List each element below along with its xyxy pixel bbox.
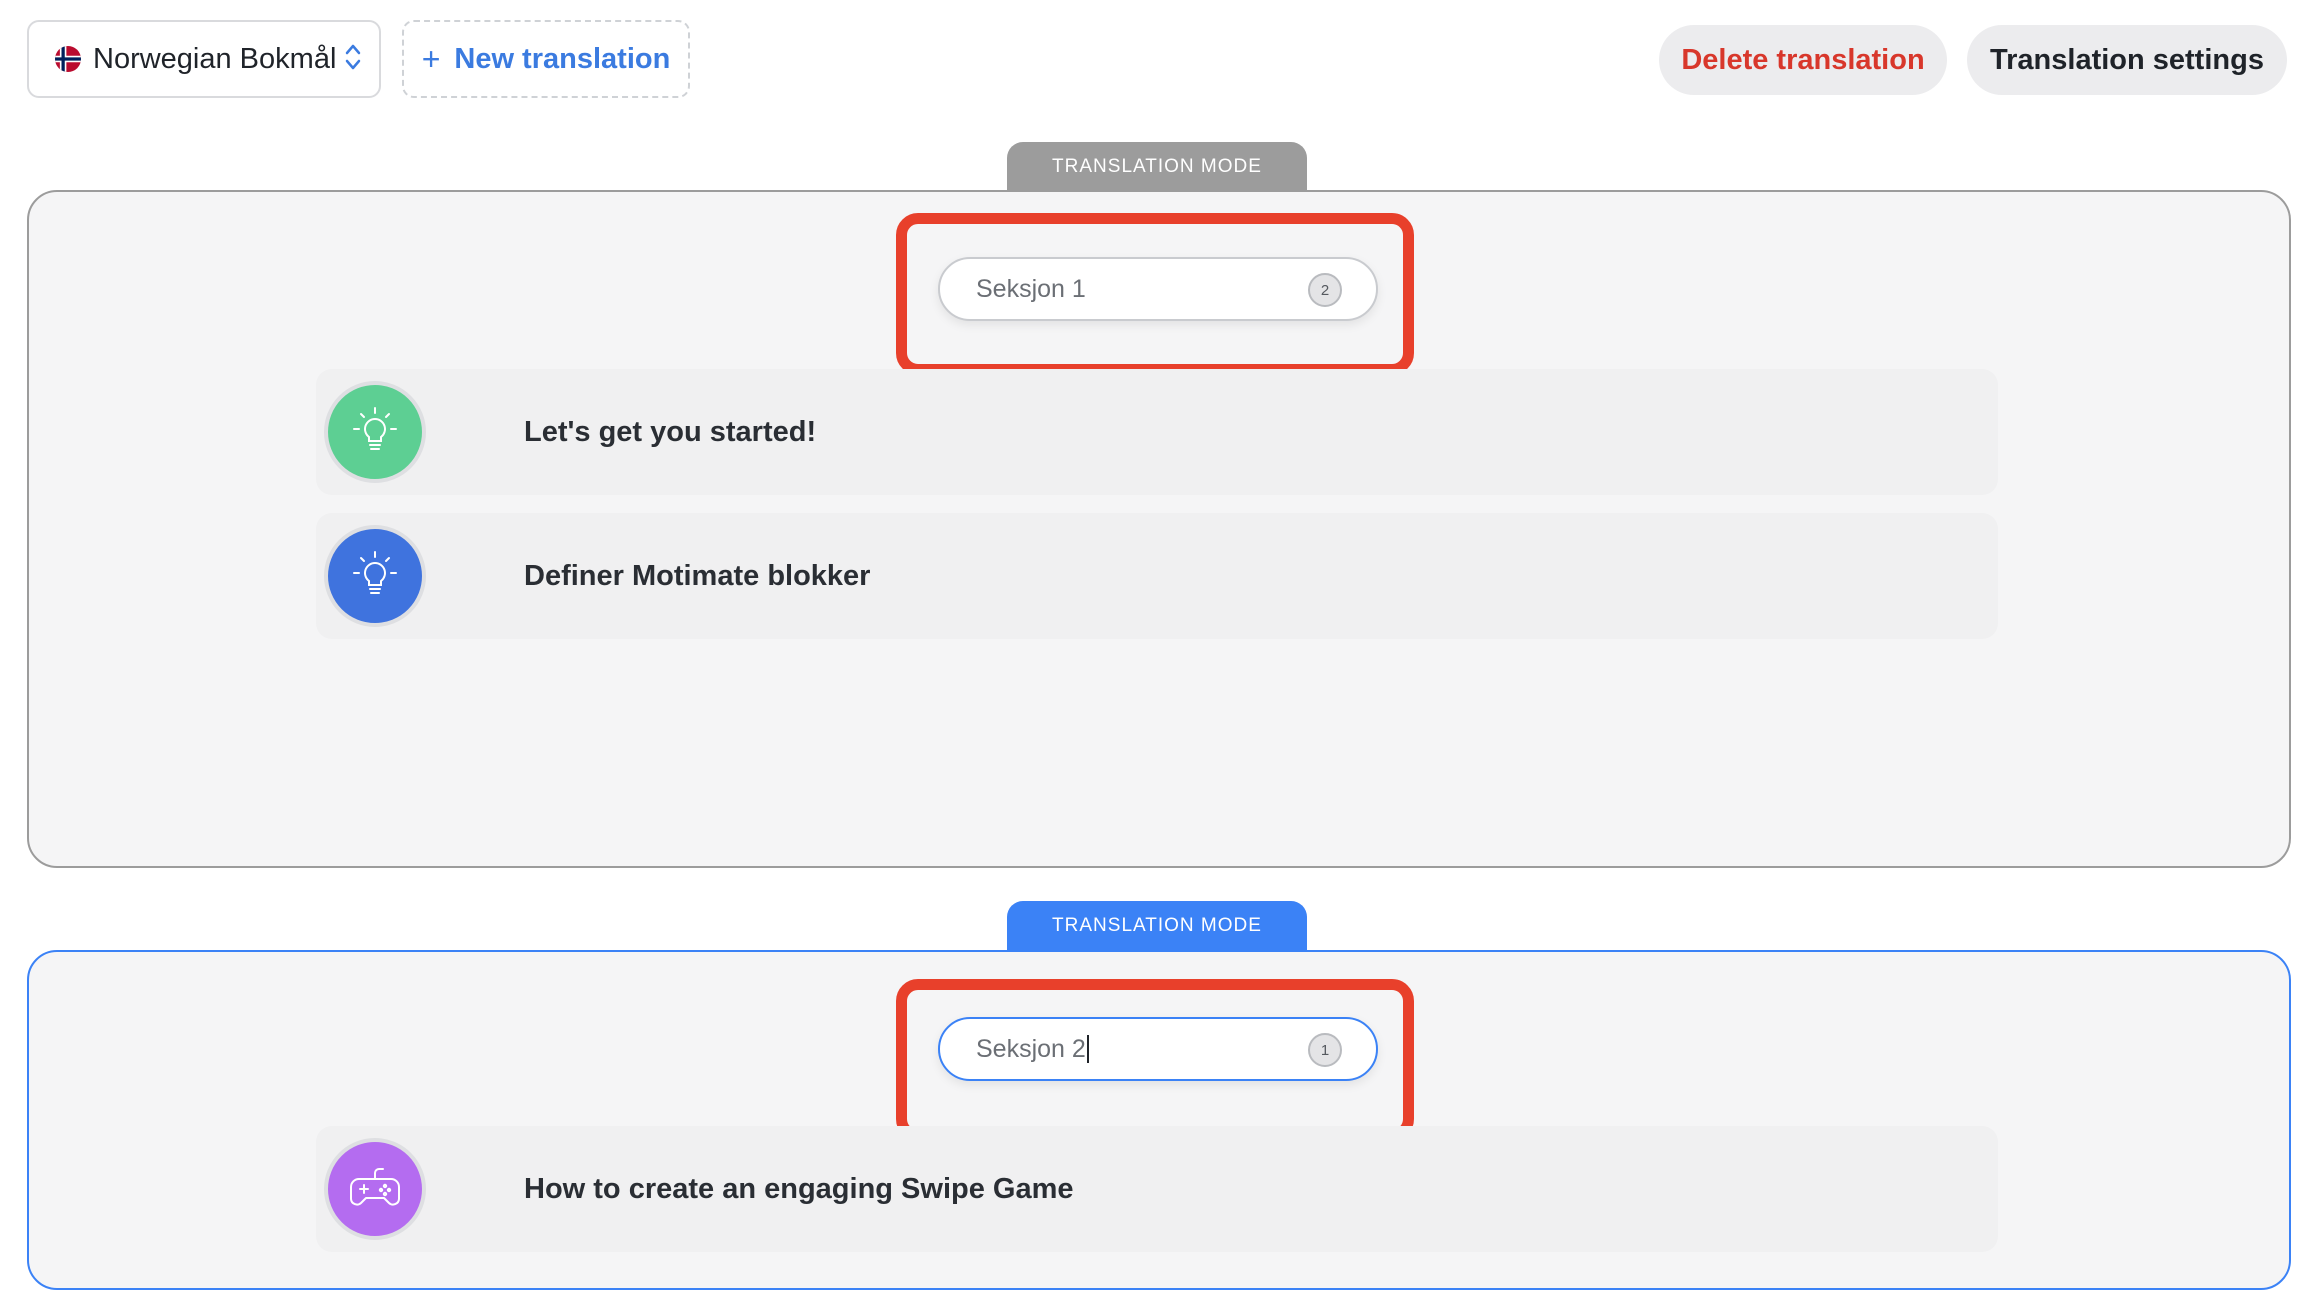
translation-settings-button[interactable]: Translation settings	[1967, 25, 2287, 95]
section-title-input[interactable]: Seksjon 2 1	[938, 1017, 1378, 1081]
item-title: Definer Motimate blokker	[524, 559, 871, 592]
norway-flag-icon	[55, 46, 81, 72]
lightbulb-icon	[324, 525, 426, 627]
translation-mode-tab: TRANSLATION MODE	[1007, 142, 1307, 192]
list-item[interactable]: Let's get you started!	[316, 369, 1998, 495]
item-title: Let's get you started!	[524, 415, 817, 448]
lightbulb-icon	[324, 381, 426, 483]
plus-icon: +	[421, 40, 441, 77]
delete-translation-button[interactable]: Delete translation	[1659, 25, 1947, 95]
section-title-input[interactable]: Seksjon 1 2	[938, 257, 1378, 321]
list-item[interactable]: How to create an engaging Swipe Game	[316, 1126, 1998, 1252]
list-item[interactable]: Definer Motimate blokker	[316, 513, 1998, 639]
section-title-value: Seksjon 1	[976, 274, 1086, 303]
new-translation-button[interactable]: + New translation	[402, 20, 690, 98]
section-title-value: Seksjon 2	[976, 1034, 1086, 1063]
item-count-badge: 1	[1308, 1033, 1342, 1067]
language-label: Norwegian Bokmål	[93, 42, 337, 75]
translation-mode-tab: TRANSLATION MODE	[1007, 901, 1307, 951]
text-caret	[1086, 1035, 1089, 1063]
chevron-up-down-icon	[344, 42, 362, 77]
item-title: How to create an engaging Swipe Game	[524, 1172, 1074, 1205]
new-translation-label: New translation	[454, 42, 671, 75]
gamepad-icon	[324, 1138, 426, 1240]
language-select[interactable]: Norwegian Bokmål	[27, 20, 381, 98]
item-count-badge: 2	[1308, 273, 1342, 307]
